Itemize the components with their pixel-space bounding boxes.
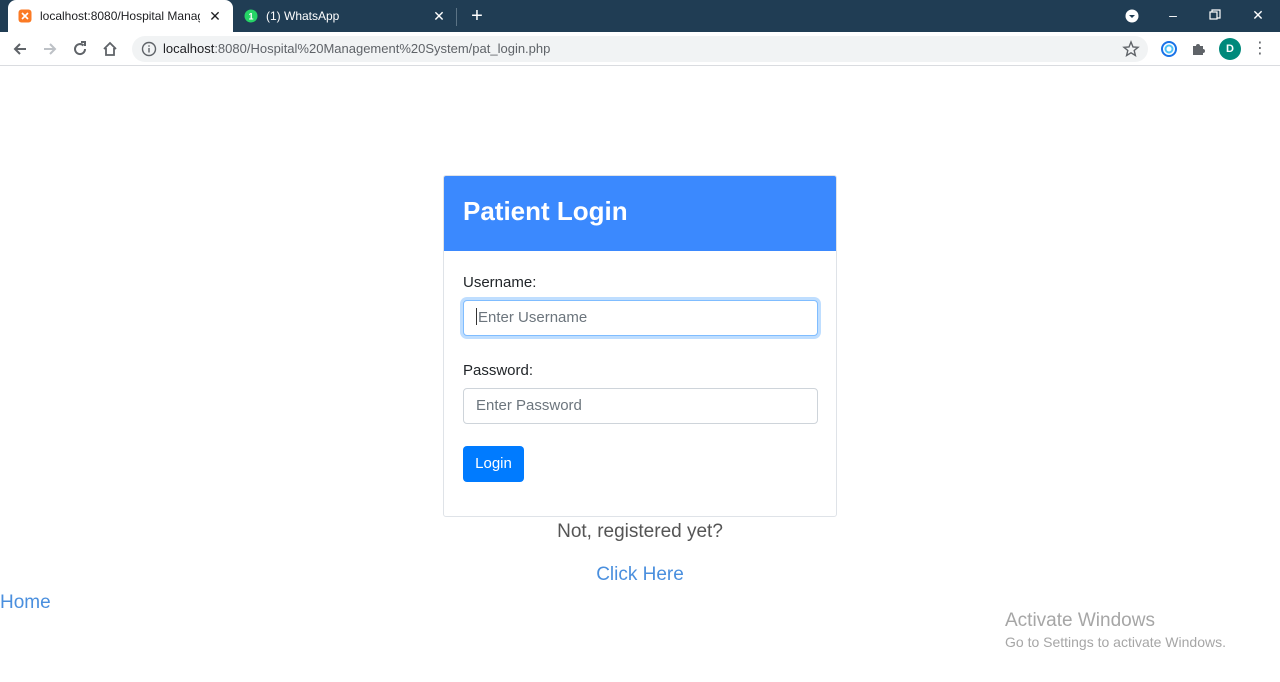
password-label: Password:: [463, 362, 534, 379]
username-label: Username:: [463, 274, 537, 291]
tab-separator: [456, 8, 457, 26]
activation-watermark-subtitle: Go to Settings to activate Windows.: [1005, 634, 1226, 650]
restore-icon[interactable]: [1193, 0, 1237, 32]
activation-watermark-title: Activate Windows: [1005, 610, 1155, 631]
not-registered-text: Not, registered yet?: [557, 521, 723, 542]
extension-circle-icon[interactable]: [1159, 39, 1179, 59]
url-text: localhost:8080/Hospital%20Management%20S…: [163, 41, 550, 56]
xampp-icon: [18, 9, 32, 23]
login-card: Patient Login Username: Enter Username P…: [443, 175, 837, 517]
forward-icon[interactable]: [37, 36, 63, 62]
new-tab-icon[interactable]: +: [466, 5, 488, 27]
reload-icon[interactable]: [67, 36, 93, 62]
close-tab-icon[interactable]: ✕: [431, 8, 447, 24]
svg-text:1: 1: [248, 12, 253, 22]
extensions-puzzle-icon[interactable]: [1189, 39, 1209, 59]
tab-hospital[interactable]: localhost:8080/Hospital Manage ✕: [8, 0, 233, 32]
address-bar[interactable]: localhost:8080/Hospital%20Management%20S…: [132, 36, 1148, 62]
tab-title: (1) WhatsApp: [266, 9, 340, 23]
url-path: :8080/Hospital%20Management%20System/pat…: [214, 41, 551, 56]
window-close-icon[interactable]: ✕: [1236, 0, 1280, 32]
text-caret: [476, 308, 477, 326]
card-header: Patient Login: [444, 176, 836, 251]
profile-avatar[interactable]: D: [1219, 38, 1241, 60]
home-icon[interactable]: [97, 36, 123, 62]
tab-search-icon[interactable]: [1110, 0, 1154, 32]
username-input[interactable]: Enter Username: [463, 300, 818, 336]
tab-whatsapp[interactable]: 1 (1) WhatsApp ✕: [236, 0, 457, 32]
tab-title: localhost:8080/Hospital Manage: [40, 9, 200, 23]
tab-strip: localhost:8080/Hospital Manage ✕ 1 (1) W…: [0, 0, 1280, 32]
bookmark-star-icon[interactable]: [1122, 40, 1140, 58]
password-placeholder: Enter Password: [476, 397, 582, 414]
username-placeholder: Enter Username: [478, 309, 588, 326]
back-icon[interactable]: [7, 36, 33, 62]
url-host: localhost: [163, 41, 215, 56]
close-tab-icon[interactable]: ✕: [207, 8, 223, 24]
browser-menu-icon[interactable]: ⋮: [1252, 39, 1268, 59]
minimize-icon[interactable]: –: [1151, 0, 1195, 32]
whatsapp-icon: 1: [244, 9, 258, 23]
password-input[interactable]: Enter Password: [463, 388, 818, 424]
login-button[interactable]: Login: [463, 446, 524, 482]
home-link[interactable]: Home: [0, 592, 51, 614]
browser-toolbar: localhost:8080/Hospital%20Management%20S…: [0, 32, 1280, 66]
page-title: Patient Login: [463, 196, 628, 226]
register-link[interactable]: Click Here: [0, 564, 1280, 586]
site-info-icon[interactable]: [141, 41, 157, 57]
